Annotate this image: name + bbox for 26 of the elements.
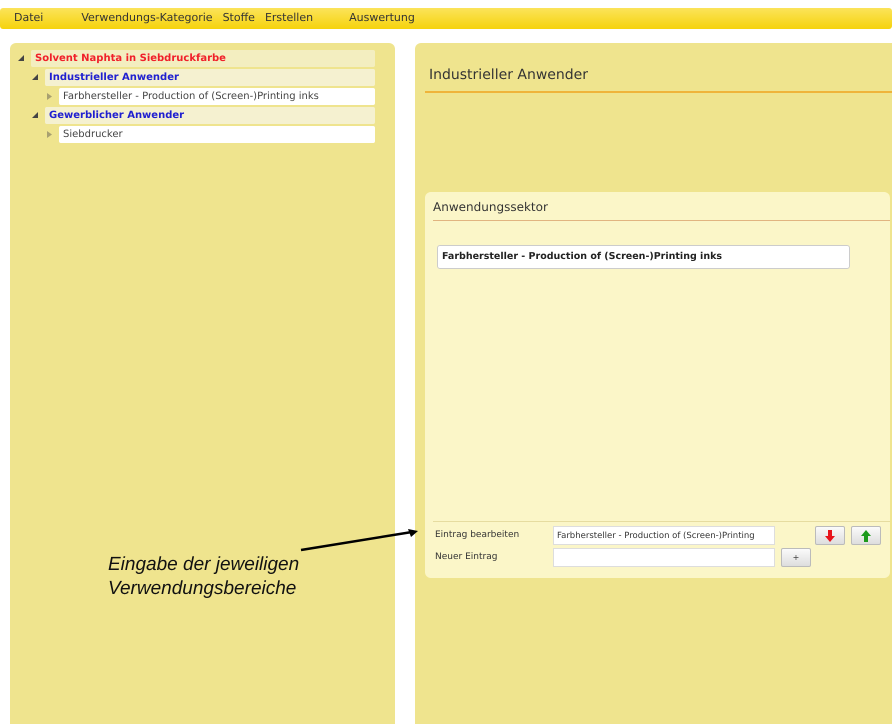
tree-item[interactable]: Gewerblicher Anwender — [45, 107, 375, 124]
menu-item[interactable]: Auswertung — [349, 10, 415, 27]
annotation-text: Eingabe der jeweiligen Verwendungsbereiche — [108, 553, 300, 601]
edit-entry-field[interactable]: Farbhersteller - Production of (Screen-)Printing — [553, 526, 775, 545]
menu-item[interactable]: Datei — [14, 10, 44, 27]
menu-item[interactable]: Erstellen — [264, 10, 314, 27]
collapse-icon[interactable] — [18, 55, 25, 62]
tree-item[interactable]: Solvent Naphta in Siebdruckfarbe — [31, 50, 375, 67]
list-entry[interactable]: Farbhersteller - Production of (Screen-)Printing inks — [437, 245, 850, 270]
move-up-button[interactable] — [851, 526, 881, 545]
section-title: Anwendungssektor — [433, 198, 890, 221]
down-arrow-icon — [824, 530, 836, 542]
new-entry-field[interactable] — [553, 548, 775, 567]
tree-item[interactable]: Siebdrucker — [59, 126, 375, 143]
menu-item[interactable]: Stoffe — [222, 10, 255, 27]
tree-item[interactable]: Farbhersteller - Production of (Screen-)Printing inks — [59, 88, 375, 105]
collapse-icon[interactable] — [32, 74, 39, 81]
add-button[interactable]: + — [781, 548, 811, 567]
tree-item[interactable]: Industrieller Anwender — [45, 69, 375, 86]
field-label: Eintrag bearbeiten — [435, 528, 520, 542]
collapse-icon[interactable] — [32, 112, 39, 119]
move-down-button[interactable] — [815, 526, 845, 545]
menu-item[interactable]: Verwendungs-Kategorie — [81, 10, 213, 27]
panel-title: Industrieller Anwender — [425, 59, 892, 93]
field-label: Neuer Eintrag — [435, 550, 498, 564]
up-arrow-icon — [860, 530, 872, 542]
